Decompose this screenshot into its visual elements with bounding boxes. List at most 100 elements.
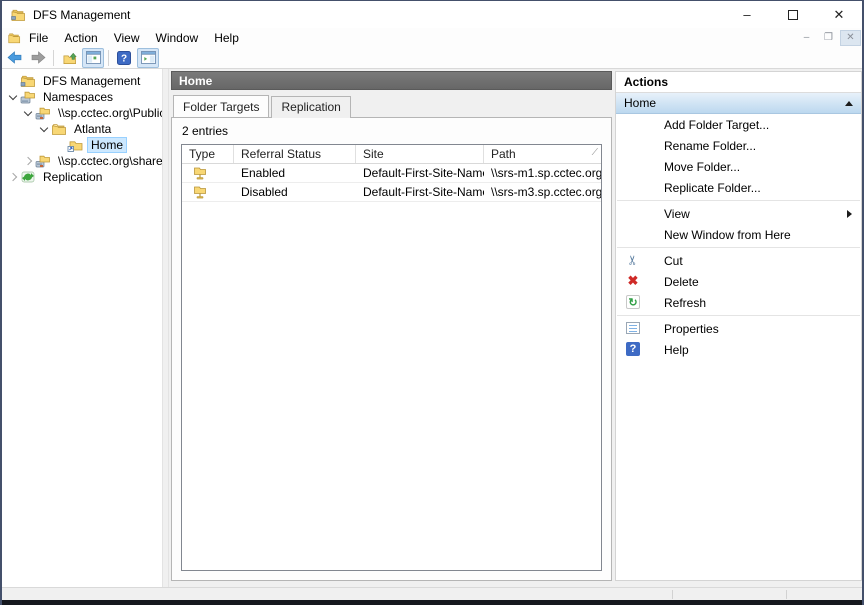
tree-item-atlanta[interactable]: Atlanta: [2, 121, 162, 137]
action-delete[interactable]: ✖ Delete: [616, 271, 861, 292]
collapse-section-icon[interactable]: [845, 100, 853, 106]
tree-item-dfs-management[interactable]: DFS Management: [2, 73, 162, 89]
help-icon: ?: [117, 50, 131, 65]
actions-pane-title: Actions: [616, 72, 861, 93]
maximize-button[interactable]: [770, 1, 816, 28]
folder-targets-tab-page: 2 entries Type Referral Status Site Path…: [171, 117, 612, 581]
tree-item-namespace-shares[interactable]: \\sp.cctec.org\shares: [2, 153, 162, 169]
list-header: Type Referral Status Site Path ∕: [182, 145, 601, 164]
entries-count: 2 entries: [182, 124, 229, 138]
title-bar: DFS Management – ✕: [2, 1, 862, 28]
action-move-folder[interactable]: Move Folder...: [616, 156, 861, 177]
folder-icon: [52, 124, 66, 135]
results-pane: Home Folder Targets Replication 2 entrie…: [169, 69, 615, 587]
chevron-down-icon[interactable]: [39, 123, 49, 132]
tree-item-replication[interactable]: Replication: [2, 169, 162, 185]
column-header-referral-status[interactable]: Referral Status: [234, 145, 356, 163]
forward-button[interactable]: [27, 48, 49, 68]
action-properties[interactable]: Properties: [616, 318, 861, 339]
action-help[interactable]: ? Help: [616, 339, 861, 360]
tree-label: Replication: [43, 170, 103, 184]
console-tree-pane: DFS Management Namespaces \\sp.cctec.org…: [2, 69, 162, 587]
dfs-app-icon: [11, 9, 25, 21]
tree-label: \\sp.cctec.org\Public: [58, 106, 162, 120]
minimize-button[interactable]: –: [724, 1, 770, 28]
window-bottom-border: [2, 600, 862, 605]
chevron-down-icon[interactable]: [23, 107, 33, 116]
action-rename-folder[interactable]: Rename Folder...: [616, 135, 861, 156]
table-row[interactable]: Disabled Default-First-Site-Name \\srs-m…: [182, 183, 601, 202]
menu-view[interactable]: View: [106, 29, 148, 47]
toolbar: ?: [2, 47, 862, 69]
child-close-button[interactable]: ✕: [840, 29, 861, 46]
action-add-folder-target[interactable]: Add Folder Target...: [616, 114, 861, 135]
cell-path: \\srs-m3.sp.cctec.org\sha...: [491, 185, 601, 199]
column-header-type[interactable]: Type: [182, 145, 234, 163]
tree-label: \\sp.cctec.org\shares: [58, 154, 162, 168]
toolbar-separator: [53, 49, 54, 66]
tab-replication[interactable]: Replication: [271, 96, 351, 118]
action-refresh[interactable]: ↻ Refresh: [616, 292, 861, 313]
tab-folder-targets[interactable]: Folder Targets: [173, 95, 270, 117]
forward-arrow-icon: [31, 51, 45, 64]
svg-text:?: ?: [121, 53, 127, 64]
actions-pane: Actions Home Add Folder Target... Rename…: [615, 71, 862, 581]
column-header-site[interactable]: Site: [356, 145, 484, 163]
menu-action[interactable]: Action: [56, 29, 105, 47]
namespace-icon: [35, 155, 50, 168]
maximize-icon: [788, 9, 798, 20]
status-bar: [2, 587, 862, 600]
show-action-pane-toggle[interactable]: [137, 47, 159, 68]
dfs-root-icon: [20, 75, 35, 87]
action-view[interactable]: View: [616, 203, 861, 224]
pane-splitter[interactable]: [162, 69, 169, 587]
submenu-arrow-icon: [847, 209, 852, 218]
cell-referral-status: Disabled: [241, 185, 288, 199]
chevron-down-icon[interactable]: [8, 91, 18, 100]
chevron-right-icon[interactable]: [23, 156, 33, 166]
actions-separator: [617, 247, 860, 248]
console-icon: [8, 32, 21, 43]
folder-target-icon: [194, 186, 206, 199]
cell-site: Default-First-Site-Name: [363, 185, 484, 199]
show-console-tree-toggle[interactable]: [82, 47, 104, 68]
folder-target-icon: [194, 167, 206, 180]
tree-item-home[interactable]: Home: [2, 137, 162, 153]
delete-x-icon: ✖: [627, 273, 639, 288]
column-header-path[interactable]: Path ∕: [484, 145, 601, 163]
child-minimize-button[interactable]: –: [796, 30, 817, 46]
cell-site: Default-First-Site-Name: [363, 166, 484, 180]
chevron-right-icon[interactable]: [8, 172, 18, 182]
tree-label: Namespaces: [43, 90, 114, 104]
back-button[interactable]: [3, 48, 25, 68]
tree-label-selected: Home: [87, 137, 128, 153]
folder-up-icon: [63, 52, 77, 64]
tree-label: DFS Management: [43, 74, 141, 88]
window-title: DFS Management: [33, 7, 131, 22]
menu-bar: File Action View Window Help – ❐ ✕: [2, 28, 862, 47]
tree-item-namespace-public[interactable]: \\sp.cctec.org\Public: [2, 105, 162, 121]
child-restore-button[interactable]: ❐: [818, 30, 839, 46]
cell-path: \\srs-m1.sp.cctec.org\Sh...: [491, 166, 601, 180]
status-separator: [672, 590, 673, 599]
cell-referral-status: Enabled: [241, 166, 286, 180]
namespaces-icon: [20, 91, 35, 104]
menu-help[interactable]: Help: [206, 29, 247, 47]
actions-section-home[interactable]: Home: [616, 93, 861, 114]
help-button[interactable]: ?: [113, 48, 135, 68]
actions-separator: [617, 315, 860, 316]
action-replicate-folder[interactable]: Replicate Folder...: [616, 177, 861, 198]
tree-item-namespaces[interactable]: Namespaces: [2, 89, 162, 105]
table-row[interactable]: Enabled Default-First-Site-Name \\srs-m1…: [182, 164, 601, 183]
help-icon: ?: [626, 342, 640, 356]
folder-targets-list: Type Referral Status Site Path ∕ Enabled…: [181, 144, 602, 571]
actions-section-label: Home: [624, 96, 657, 110]
action-new-window-from-here[interactable]: New Window from Here: [616, 224, 861, 245]
close-button[interactable]: ✕: [816, 1, 862, 28]
action-cut[interactable]: ✂ Cut: [616, 250, 861, 271]
menu-window[interactable]: Window: [148, 29, 207, 47]
refresh-icon: ↻: [626, 295, 640, 309]
menu-file[interactable]: File: [21, 29, 56, 47]
up-one-level-button[interactable]: [58, 48, 80, 68]
results-title-text: Home: [179, 73, 213, 88]
